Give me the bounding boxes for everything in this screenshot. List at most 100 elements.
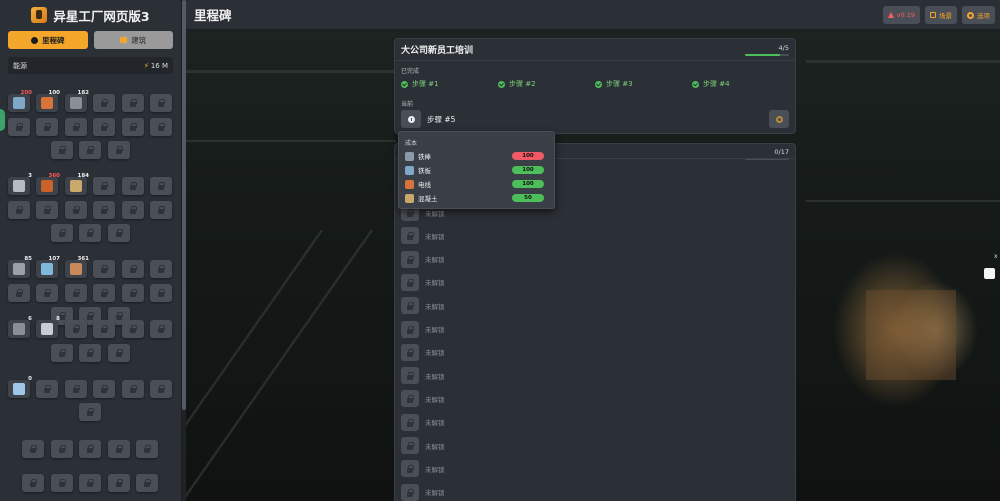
locked-slot[interactable] bbox=[93, 177, 115, 195]
options-button[interactable]: 选项 bbox=[962, 6, 995, 24]
locked-slot[interactable] bbox=[108, 440, 130, 458]
locked-slot[interactable] bbox=[65, 201, 87, 219]
locked-slot[interactable] bbox=[108, 474, 130, 492]
side-handle[interactable] bbox=[0, 109, 5, 131]
locked-slot[interactable] bbox=[22, 474, 44, 492]
locked-slot[interactable] bbox=[8, 201, 30, 219]
locked-slot[interactable] bbox=[122, 380, 144, 398]
locked-slot[interactable] bbox=[65, 118, 87, 136]
inventory-item-slot[interactable]: 184 bbox=[65, 173, 89, 195]
item-count: 6 bbox=[28, 316, 32, 322]
locked-milestone-row[interactable]: 未解锁 bbox=[401, 320, 445, 338]
locked-milestone-row[interactable]: 未解锁 bbox=[401, 460, 445, 478]
locked-milestone-row[interactable]: 未解锁 bbox=[401, 343, 445, 361]
close-icon[interactable]: x bbox=[994, 253, 998, 260]
locked-slot[interactable] bbox=[51, 141, 73, 159]
locked-slot[interactable] bbox=[93, 118, 115, 136]
locked-slot[interactable] bbox=[108, 141, 130, 159]
locked-slot[interactable] bbox=[51, 440, 73, 458]
locked-milestone-row[interactable]: 未解锁 bbox=[401, 250, 445, 268]
locked-slot[interactable] bbox=[150, 320, 172, 338]
inventory-item-slot[interactable]: 360 bbox=[36, 173, 60, 195]
locked-slot[interactable] bbox=[122, 260, 144, 278]
locked-slot[interactable] bbox=[150, 94, 172, 112]
locked-slot[interactable] bbox=[79, 440, 101, 458]
inventory-item-slot[interactable]: 200 bbox=[8, 90, 32, 112]
locked-slot[interactable] bbox=[93, 94, 115, 112]
step-settings-button[interactable] bbox=[769, 110, 789, 128]
locked-slot[interactable] bbox=[51, 344, 73, 362]
inventory-item-slot[interactable]: 0 bbox=[8, 376, 32, 398]
locked-slot[interactable] bbox=[136, 474, 158, 492]
locked-slot[interactable] bbox=[93, 284, 115, 302]
locked-slot[interactable] bbox=[36, 118, 58, 136]
locked-slot[interactable] bbox=[136, 440, 158, 458]
inventory-item-slot[interactable]: 182 bbox=[65, 90, 89, 112]
cat-mascot-icon[interactable] bbox=[984, 268, 995, 279]
locked-slot[interactable] bbox=[79, 403, 101, 421]
locked-slot[interactable] bbox=[122, 118, 144, 136]
locked-slot[interactable] bbox=[150, 284, 172, 302]
tab-milestones[interactable]: 里程碑 bbox=[8, 31, 88, 49]
locked-milestone-row[interactable]: 未解锁 bbox=[401, 483, 445, 501]
locked-slot[interactable] bbox=[150, 201, 172, 219]
locked-milestone-row[interactable]: 未解锁 bbox=[401, 437, 445, 454]
locked-milestone-row[interactable]: 未解锁 bbox=[401, 227, 445, 245]
locked-milestone-row[interactable]: 未解锁 bbox=[401, 367, 445, 385]
locked-slot[interactable] bbox=[150, 118, 172, 136]
inventory-item-slot[interactable]: 6 bbox=[8, 316, 32, 338]
locked-milestone-row[interactable]: 未解锁 bbox=[401, 297, 445, 315]
locked-slot[interactable] bbox=[150, 260, 172, 278]
locked-slot[interactable] bbox=[65, 380, 87, 398]
inventory-item-slot[interactable]: 361 bbox=[65, 256, 89, 278]
locked-slot[interactable] bbox=[122, 320, 144, 338]
locked-slot[interactable] bbox=[51, 474, 73, 492]
inventory-item-slot[interactable]: 85 bbox=[8, 256, 32, 278]
list-icon bbox=[930, 12, 936, 18]
version-button[interactable]: v0.19 bbox=[882, 6, 920, 24]
locked-slot[interactable] bbox=[93, 260, 115, 278]
locked-slot[interactable] bbox=[93, 201, 115, 219]
locked-slot[interactable] bbox=[122, 94, 144, 112]
locked-milestone-row[interactable]: 未解锁 bbox=[401, 413, 445, 431]
locked-slot[interactable] bbox=[150, 380, 172, 398]
resource-icon bbox=[41, 180, 53, 192]
tab-buildings[interactable]: 建筑 bbox=[93, 31, 173, 49]
step-label: 步骤 #2 bbox=[509, 80, 536, 88]
building-icon bbox=[120, 37, 128, 43]
locked-slot[interactable] bbox=[79, 474, 101, 492]
locked-slot[interactable] bbox=[36, 380, 58, 398]
energy-value: 16 M bbox=[150, 61, 168, 70]
locked-slot[interactable] bbox=[93, 380, 115, 398]
locked-slot[interactable] bbox=[93, 320, 115, 338]
locked-slot[interactable] bbox=[108, 224, 130, 242]
locked-slot[interactable] bbox=[79, 224, 101, 242]
check-icon bbox=[401, 80, 408, 88]
scene-button[interactable]: 场景 bbox=[925, 6, 957, 24]
inventory-item-slot[interactable]: 100 bbox=[36, 90, 60, 112]
locked-slot[interactable] bbox=[122, 201, 144, 219]
locked-slot[interactable] bbox=[79, 141, 101, 159]
locked-slot[interactable] bbox=[65, 284, 87, 302]
inventory-item-slot[interactable]: 3 bbox=[8, 173, 32, 195]
locked-slot[interactable] bbox=[150, 177, 172, 195]
locked-slot[interactable] bbox=[36, 201, 58, 219]
locked-slot[interactable] bbox=[122, 177, 144, 195]
item-count: 361 bbox=[77, 256, 89, 262]
locked-slot[interactable] bbox=[51, 224, 73, 242]
inventory-item-slot[interactable]: 8 bbox=[36, 316, 60, 338]
locked-slot[interactable] bbox=[108, 344, 130, 362]
locked-slot[interactable] bbox=[79, 344, 101, 362]
locked-milestone-row[interactable]: 未解锁 bbox=[401, 273, 445, 291]
locked-slot[interactable] bbox=[65, 320, 87, 338]
locked-slot[interactable] bbox=[22, 440, 44, 458]
inventory-item-slot[interactable]: 107 bbox=[36, 256, 60, 278]
locked-slot[interactable] bbox=[36, 284, 58, 302]
locked-milestone-row[interactable]: 未解锁 bbox=[401, 390, 445, 408]
milestone-progress-text: 4/5 bbox=[778, 44, 789, 52]
locked-slot[interactable] bbox=[8, 118, 30, 136]
locked-slot[interactable] bbox=[122, 284, 144, 302]
locked-slot[interactable] bbox=[8, 284, 30, 302]
concrete-icon bbox=[405, 193, 414, 203]
step-info-button[interactable] bbox=[401, 110, 421, 128]
